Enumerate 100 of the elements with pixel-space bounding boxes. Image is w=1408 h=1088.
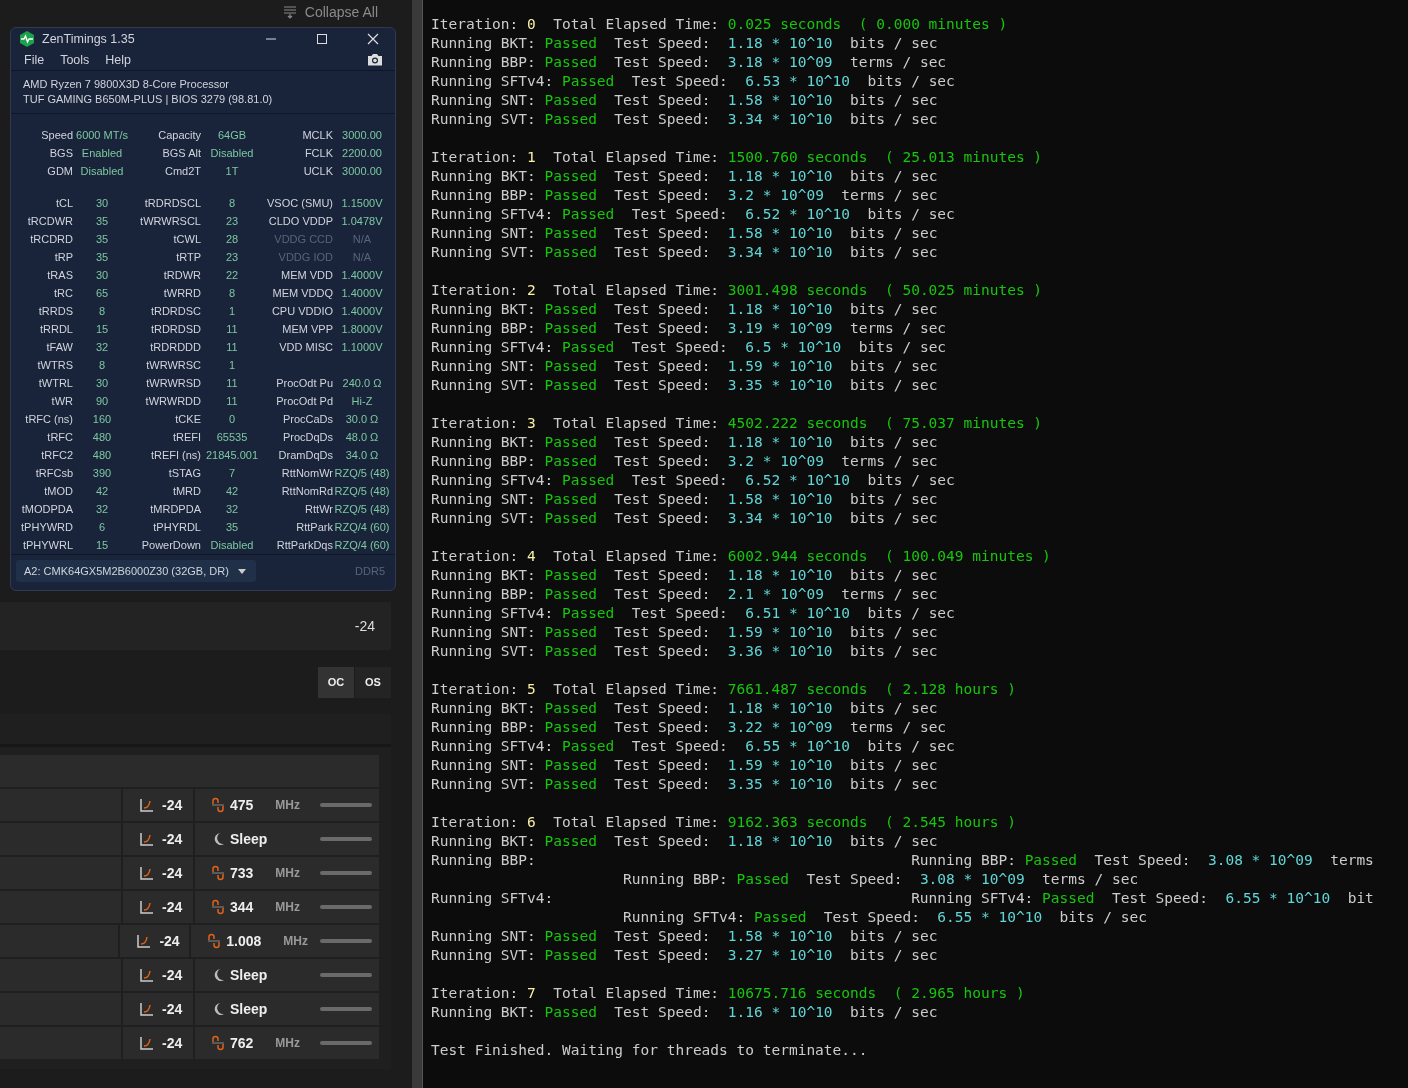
timing-value: 8 [97, 304, 107, 319]
terminal-text: Passed [544, 776, 597, 792]
module-dropdown[interactable]: A2: CMK64GX5M2B6000Z30 (32GB, DR) [16, 560, 256, 582]
terminal-text: Iteration: [431, 548, 520, 564]
timing-value: 11 [225, 394, 239, 409]
terminal-text: Running SVT: [431, 643, 537, 659]
terminal-text: 3.35 * 10^10 [727, 776, 833, 792]
timing-value: Enabled [80, 146, 124, 161]
terminal-text: Running BBP: [431, 719, 537, 735]
timing-label: MEM VDDQ [271, 286, 333, 301]
timing-label: PowerDown [140, 538, 201, 553]
terminal-text: Test Speed: [613, 358, 712, 374]
terminal-text: Iteration: [431, 814, 520, 830]
terminal-text: Running SNT: [431, 225, 537, 241]
timing-label: tRRDS [37, 304, 73, 319]
terminal-text: bits / sec [849, 510, 938, 526]
mode-button[interactable]: OS [355, 666, 391, 698]
wave-icon [212, 899, 224, 915]
mode-button[interactable]: OC [318, 666, 354, 698]
terminal-text: Test Speed: [613, 1004, 712, 1020]
camera-icon[interactable] [367, 53, 383, 67]
timing-label: tCWL [172, 232, 201, 247]
timing-label: VDDG IOD [277, 250, 333, 265]
terminal-text: terms / sec [840, 586, 938, 602]
terminal-text: 7661.487 seconds ( 2.128 hours ) [727, 681, 1016, 697]
terminal-text: Passed [544, 947, 597, 963]
timing-label: ProcDqDs [281, 430, 333, 445]
timing-label: tPHYWRD [20, 520, 73, 535]
timing-label: tRP [53, 250, 73, 265]
terminal-text: Passed [544, 244, 597, 260]
terminal-text: bits / sec [849, 624, 938, 640]
terminal-text: Test Speed: [613, 111, 712, 127]
menu-item[interactable]: Tools [60, 52, 90, 67]
timing-label: ProcOdt Pd [275, 394, 333, 409]
terminal-text: Total Elapsed Time: [552, 814, 721, 830]
terminal-text: 3.2 * 10^09 [727, 187, 824, 203]
timing-label: CPU VDDIO [270, 304, 333, 319]
offset-value: -24 [162, 831, 183, 847]
timing-label: tREFI (ns) [149, 448, 201, 463]
terminal-text: Test Speed: [613, 947, 712, 963]
terminal-text: 0.025 seconds ( 0.000 minutes ) [727, 16, 1008, 32]
terminal-text: terms / sec [1041, 871, 1139, 887]
collapse-icon [282, 5, 297, 19]
terminal-text: Test Speed: [613, 35, 712, 51]
terminal-text: Passed [544, 92, 597, 108]
terminal-text: Running SNT: [431, 491, 537, 507]
terminal-text: Running BKT: [431, 833, 537, 849]
terminal-text: Running SFTv4: [622, 909, 747, 925]
terminal-text: bits / sec [1058, 909, 1147, 925]
terminal-text: Passed [544, 168, 597, 184]
terminal-text: Test Speed: [613, 776, 712, 792]
terminal-text: Running BBP: [622, 871, 729, 887]
timing-value: 32 [94, 340, 110, 355]
terminal-text: bits / sec [849, 928, 938, 944]
terminal-text: Passed [544, 54, 597, 70]
timing-value: 6000 MT/s [75, 128, 129, 143]
terminal-text: Running SFTv4: [431, 339, 555, 355]
terminal-text: bits / sec [849, 700, 938, 716]
terminal-text: Passed [544, 434, 597, 450]
terminal-text: 4502.222 seconds ( 75.037 minutes ) [727, 415, 1043, 431]
timing-value: 32 [94, 502, 110, 517]
terminal-text: 1.58 * 10^10 [727, 92, 833, 108]
menu-item[interactable]: Help [105, 52, 132, 67]
timing-label: BGS Alt [161, 146, 201, 161]
terminal-text: Passed [1042, 890, 1095, 906]
timing-value: N/A [351, 250, 373, 265]
terminal-text: 3.34 * 10^10 [727, 510, 833, 526]
terminal-text: Passed [544, 757, 597, 773]
timing-label: tWTRS [36, 358, 73, 373]
terminal-text: 2 [527, 282, 536, 298]
clock-value: 344 [230, 899, 254, 915]
terminal-text: Running BKT: [431, 168, 537, 184]
menu-item[interactable]: File [24, 52, 45, 67]
terminal-text: Test Speed: [630, 339, 729, 355]
terminal-text: 7 [527, 985, 536, 1001]
timing-value: 15 [94, 322, 110, 337]
terminal-text: Running SFTv4: [431, 472, 555, 488]
terminal-text: 6002.944 seconds ( 100.049 minutes ) [727, 548, 1051, 564]
timing-label: tRDRDSC [149, 304, 201, 319]
terminal-text: 1.58 * 10^10 [727, 225, 833, 241]
terminal-text: 4 [527, 548, 536, 564]
timing-value: 160 [91, 412, 113, 427]
terminal-text: Passed [561, 605, 615, 621]
cpu-name: AMD Ryzen 7 9800X3D 8-Core Processor [23, 77, 231, 92]
moon-icon [212, 1002, 224, 1016]
clock-value: 762 [230, 1035, 254, 1051]
terminal-text: 3.08 * 10^09 [919, 871, 1025, 887]
timing-value: 8 [97, 358, 107, 373]
collapse-all-button[interactable]: Collapse All [304, 4, 378, 20]
wave-icon [208, 933, 221, 949]
terminal-text: Test Speed: [613, 624, 712, 640]
timing-value: 8 [227, 286, 237, 301]
terminal-text: 2.1 * 10^09 [727, 586, 824, 602]
terminal-text: 1.18 * 10^10 [727, 567, 833, 583]
wave-icon [212, 797, 224, 813]
timing-value: RZQ/5 (48) [333, 484, 391, 499]
close-icon[interactable] [367, 32, 379, 45]
terminal-text: bits / sec [849, 491, 938, 507]
terminal-text: bits / sec [849, 358, 938, 374]
maximize-icon[interactable] [316, 32, 328, 45]
